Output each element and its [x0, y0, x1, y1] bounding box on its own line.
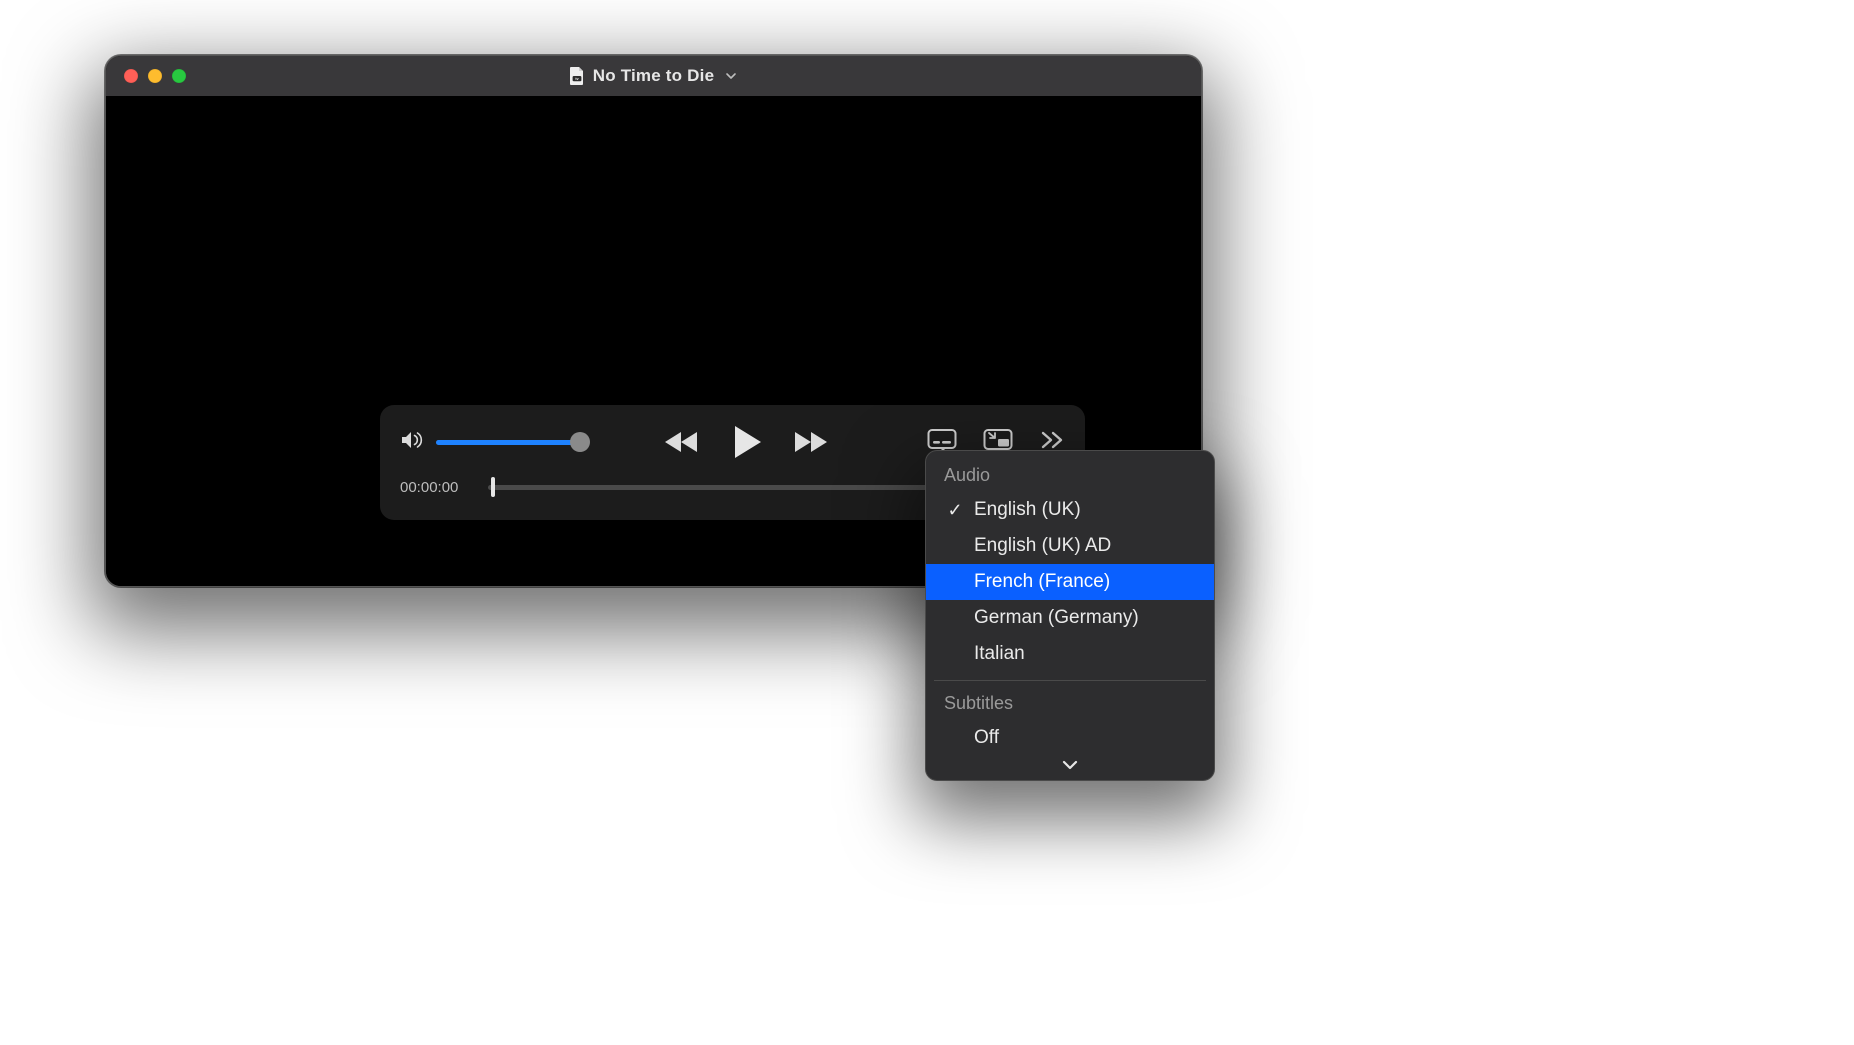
subtitles-option-off[interactable]: Off: [926, 720, 1214, 756]
current-time-label: 00:00:00: [400, 479, 470, 496]
audio-option-italian[interactable]: Italian: [926, 636, 1214, 672]
svg-text:tv: tv: [575, 77, 578, 81]
minimize-window-button[interactable]: [148, 69, 162, 83]
menu-item-label: English (UK): [974, 499, 1081, 521]
menu-separator: [934, 680, 1206, 681]
rewind-button[interactable]: [663, 427, 703, 457]
menu-item-label: German (Germany): [974, 607, 1139, 629]
title-bar: tv No Time to Die: [106, 56, 1201, 96]
audio-option-german-germany[interactable]: German (Germany): [926, 600, 1214, 636]
volume-icon[interactable]: [400, 429, 426, 456]
menu-item-label: Off: [974, 727, 999, 749]
scroll-down-indicator[interactable]: [926, 756, 1214, 780]
zoom-window-button[interactable]: [172, 69, 186, 83]
audio-option-english-uk[interactable]: ✓ English (UK): [926, 492, 1214, 528]
document-icon: tv: [569, 66, 585, 86]
close-window-button[interactable]: [124, 69, 138, 83]
play-button[interactable]: [725, 421, 767, 463]
menu-item-label: Italian: [974, 643, 1025, 665]
audio-option-english-uk-ad[interactable]: English (UK) AD: [926, 528, 1214, 564]
checkmark-icon: ✓: [944, 500, 966, 521]
menu-item-label: English (UK) AD: [974, 535, 1111, 557]
window-controls: [106, 69, 186, 83]
window-title: No Time to Die: [593, 66, 715, 86]
title-dropdown-button[interactable]: [724, 69, 738, 83]
audio-section-label: Audio: [926, 461, 1214, 492]
subtitles-section-label: Subtitles: [926, 689, 1214, 720]
volume-slider[interactable]: [436, 433, 588, 451]
subtitles-audio-popover: Audio ✓ English (UK) English (UK) AD Fre…: [925, 450, 1215, 781]
audio-option-french-france[interactable]: French (France): [926, 564, 1214, 600]
menu-item-label: French (France): [974, 571, 1110, 593]
fast-forward-button[interactable]: [789, 427, 829, 457]
